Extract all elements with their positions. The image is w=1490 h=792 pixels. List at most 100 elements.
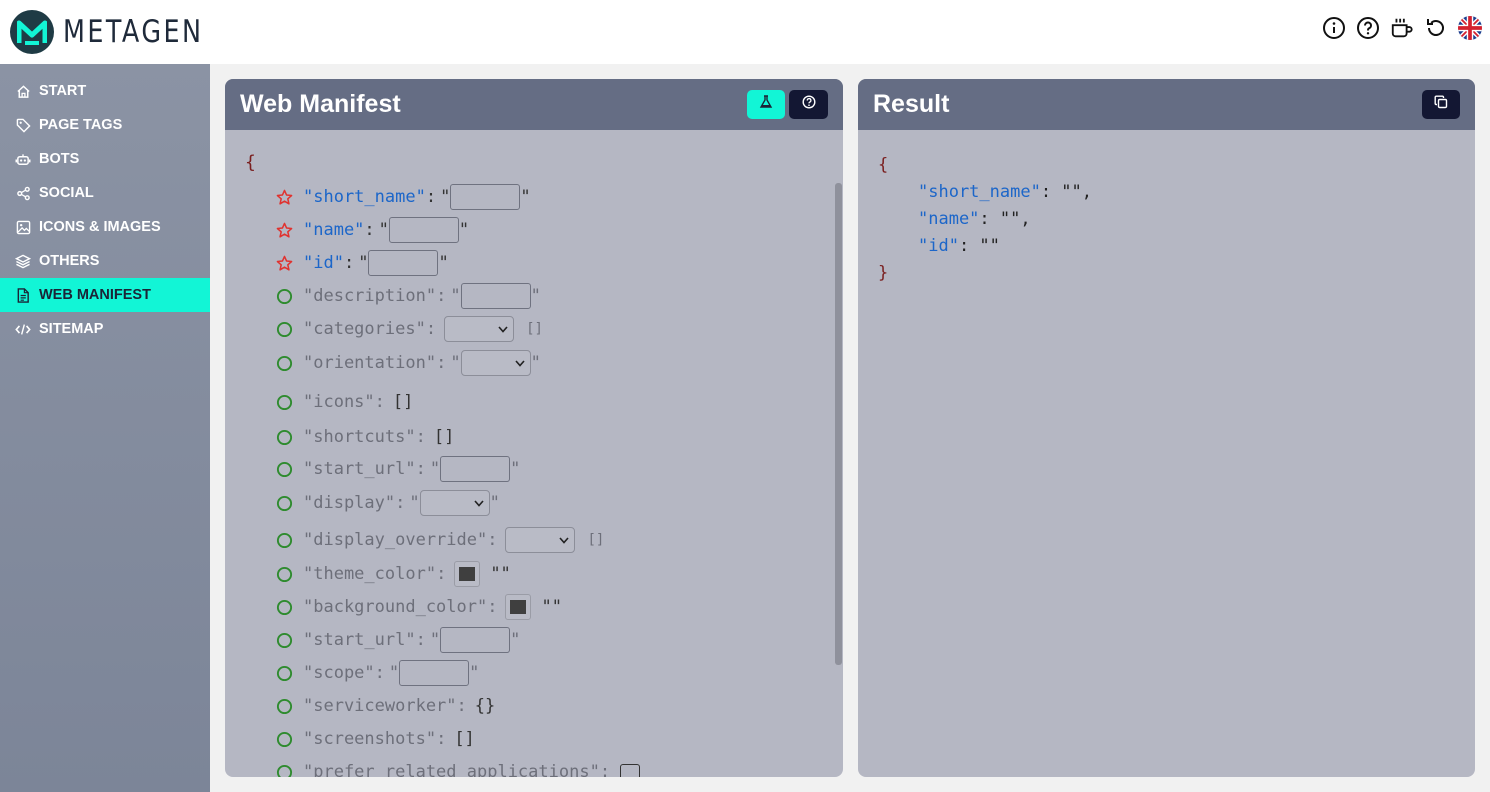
optional-circle-icon[interactable]: [275, 697, 293, 715]
field-key: "display_override": [303, 530, 488, 550]
array-suffix: []: [587, 532, 605, 548]
color-picker[interactable]: [505, 594, 532, 620]
sidebar-item-label: PAGE TAGS: [39, 117, 123, 133]
color-value: "": [541, 597, 562, 617]
manifest-editor: { "short_name": " " "name": " " "id": " " "descri…: [225, 130, 843, 777]
field-key: "serviceworker": [303, 696, 457, 716]
sidebar-item-label: OTHERS: [39, 253, 100, 269]
optional-circle-icon[interactable]: [275, 354, 293, 372]
optional-circle-icon[interactable]: [275, 664, 293, 682]
tag-icon: [15, 117, 31, 133]
field-key: "shortcuts": [303, 427, 416, 447]
quote-mark: ": [388, 663, 400, 683]
sidebar-item-others[interactable]: OTHERS: [0, 244, 210, 278]
field-key: "categories": [303, 319, 426, 339]
optional-circle-icon[interactable]: [275, 730, 293, 748]
result-line: "name": "",: [878, 206, 1092, 233]
uk-flag-icon[interactable]: [1458, 16, 1482, 40]
field-select[interactable]: [460, 350, 531, 376]
field-key: "display": [303, 493, 396, 513]
field-colon: :: [436, 286, 447, 306]
help-icon[interactable]: [1356, 16, 1380, 40]
optional-circle-icon[interactable]: [275, 494, 293, 512]
quote-mark: ": [450, 286, 461, 306]
sidebar-item-label: SITEMAP: [39, 321, 104, 337]
logo[interactable]: METAGEN: [10, 10, 234, 54]
sidebar-item-sitemap[interactable]: SITEMAP: [0, 312, 210, 346]
sidebar-item-bots[interactable]: BOTS: [0, 142, 210, 176]
array-suffix: []: [454, 729, 475, 749]
open-brace: {: [245, 152, 256, 173]
sidebar-item-social[interactable]: SOCIAL: [0, 176, 210, 210]
manifest-field-row: "name": " ": [275, 216, 469, 244]
quote-mark: ": [429, 459, 441, 479]
field-select[interactable]: [419, 490, 490, 516]
field-checkbox[interactable]: [620, 764, 641, 777]
optional-circle-icon[interactable]: [275, 428, 293, 446]
sidebar-item-icons-images[interactable]: ICONS & IMAGES: [0, 210, 210, 244]
quote-mark: ": [530, 353, 541, 373]
field-select[interactable]: [444, 316, 515, 342]
field-key: "start_url": [303, 459, 416, 479]
field-text-input[interactable]: [440, 627, 511, 653]
result-key: "name": [918, 209, 980, 229]
field-select[interactable]: [505, 527, 576, 553]
field-colon: :: [343, 253, 355, 273]
sidebar-item-label: BOTS: [39, 151, 80, 167]
object-suffix: {}: [474, 696, 496, 716]
copy-button[interactable]: [1422, 90, 1460, 119]
field-colon: :: [487, 597, 498, 617]
field-text-input[interactable]: [450, 184, 521, 210]
info-icon[interactable]: [1322, 16, 1346, 40]
optional-circle-icon[interactable]: [275, 320, 293, 338]
sidebar: START PAGE TAGS BOTS SOCIAL ICONS & IMAGES OT…: [0, 64, 210, 792]
robot-icon: [15, 151, 31, 167]
copy-icon: [1434, 95, 1448, 114]
field-text-input[interactable]: [440, 456, 511, 482]
optional-circle-icon[interactable]: [275, 565, 293, 583]
optional-circle-icon[interactable]: [275, 393, 293, 411]
help-button[interactable]: [789, 90, 828, 119]
image-icon: [15, 219, 31, 235]
field-text-input[interactable]: [460, 283, 531, 309]
reset-icon[interactable]: [1424, 16, 1448, 40]
field-key: "scope": [303, 663, 375, 683]
manifest-field-row: "screenshots": []: [275, 725, 475, 753]
manifest-field-row: "description": " ": [275, 282, 541, 310]
manifest-field-row: "start_url": " ": [275, 626, 520, 654]
optional-circle-icon[interactable]: [275, 598, 293, 616]
sidebar-item-web-manifest[interactable]: WEB MANIFEST: [0, 278, 210, 312]
required-star-icon: [275, 221, 293, 239]
manifest-field-row: "display": " ": [275, 489, 500, 517]
result-line: }: [878, 263, 889, 283]
code-icon: [15, 321, 31, 337]
result-json: {"short_name": "", "name": "", "id": ""}: [878, 152, 1092, 287]
quote-mark: ": [438, 253, 449, 273]
sidebar-item-label: START: [39, 83, 87, 99]
quote-mark: ": [450, 353, 461, 373]
sidebar-item-start[interactable]: START: [0, 74, 210, 108]
result-line: "id": "": [878, 233, 1092, 260]
coffee-icon[interactable]: [1390, 16, 1414, 40]
optional-circle-icon[interactable]: [275, 531, 293, 549]
field-text-input[interactable]: [368, 250, 439, 276]
sidebar-item-label: ICONS & IMAGES: [39, 219, 161, 235]
manifest-field-row: "start_url": " ": [275, 455, 520, 483]
field-colon: :: [425, 187, 437, 207]
optional-circle-icon[interactable]: [275, 460, 293, 478]
result-title: Result: [873, 90, 950, 118]
home-icon: [15, 83, 31, 99]
manifest-field-row: "shortcuts": []: [275, 423, 454, 451]
optional-circle-icon[interactable]: [275, 287, 293, 305]
field-text-input[interactable]: [399, 660, 470, 686]
test-button[interactable]: [747, 90, 785, 119]
editor-scrollbar[interactable]: [835, 183, 842, 665]
optional-circle-icon[interactable]: [275, 631, 293, 649]
color-picker[interactable]: [454, 561, 481, 587]
field-key: "prefer_related_applications": [303, 762, 600, 777]
result-line: "short_name": "",: [878, 179, 1092, 206]
panel-title: Web Manifest: [240, 90, 401, 118]
field-text-input[interactable]: [388, 217, 459, 243]
sidebar-item-page-tags[interactable]: PAGE TAGS: [0, 108, 210, 142]
optional-circle-icon[interactable]: [275, 763, 293, 777]
